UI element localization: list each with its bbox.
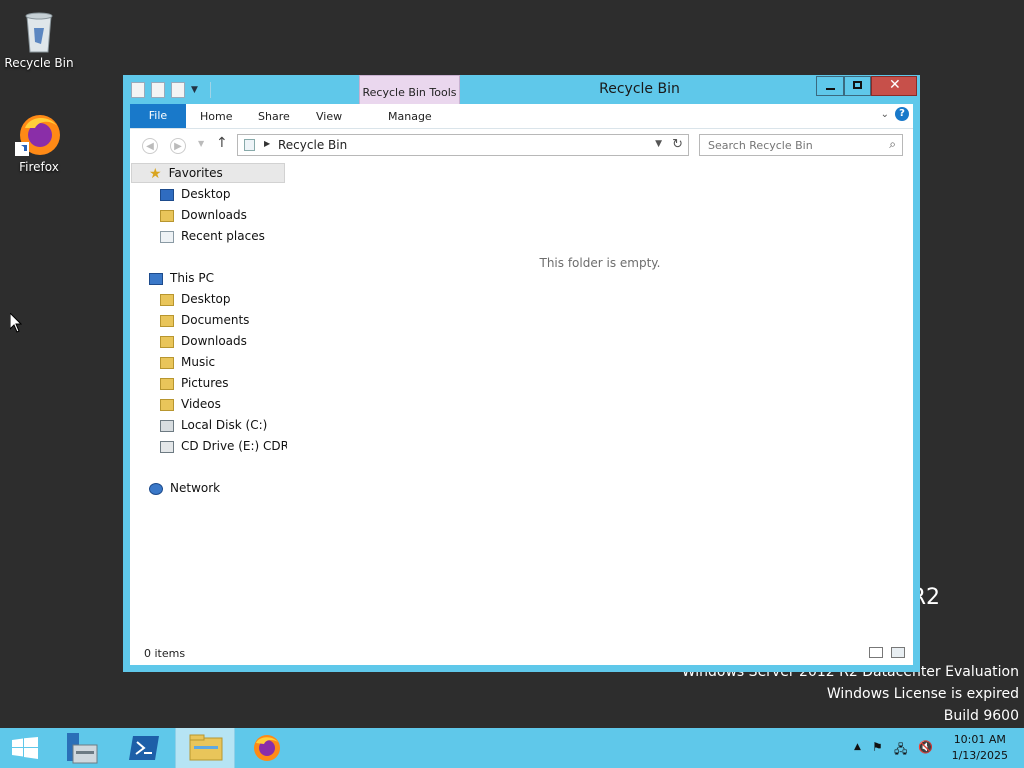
nav-pc-downloads[interactable]: Downloads (160, 331, 247, 352)
nav-local-disk[interactable]: Local Disk (C:) (160, 415, 267, 436)
desktop-icon-label: Recycle Bin (4, 56, 74, 70)
taskbar-firefox[interactable] (237, 728, 297, 768)
status-item-count: 0 items (144, 647, 186, 660)
nav-favorites[interactable]: ★ Favorites (149, 163, 223, 184)
file-explorer-icon (189, 734, 223, 761)
powershell-icon (129, 736, 159, 760)
recent-places-icon (160, 230, 174, 243)
tab-manage[interactable]: Manage (388, 110, 432, 123)
desktop-icon-label: Firefox (19, 160, 59, 174)
downloads-folder-icon (160, 335, 174, 348)
firefox-icon (15, 110, 63, 158)
ribbon-controls: ⌄ ? (881, 107, 909, 121)
search-icon[interactable]: ⌕ (889, 137, 896, 152)
forward-button[interactable]: ▶ (170, 138, 186, 154)
watermark-line-2: Windows License is expired (826, 686, 1019, 702)
tab-share[interactable]: Share (258, 110, 290, 123)
nav-pc-videos[interactable]: Videos (160, 394, 221, 415)
navigation-pane: ★ Favorites Desktop Downloads Recent plac… (130, 161, 287, 631)
watermark-line-3: Build 9600 (943, 708, 1019, 724)
desktop-folder-icon (160, 293, 174, 306)
recent-locations-button[interactable]: ▼ (198, 139, 204, 148)
show-hidden-icons-icon[interactable]: ▲ (854, 742, 861, 752)
help-icon[interactable]: ? (895, 107, 909, 121)
navigation-bar: ◀ ▶ ▼ ↑ ▶ Recycle Bin ▼ ↻ ⌕ (130, 128, 913, 162)
network-tray-icon[interactable]: 🖧 (894, 740, 907, 761)
maximize-icon (853, 81, 862, 89)
desktop-icon-firefox[interactable]: Firefox (1, 110, 77, 174)
volume-muted-icon[interactable]: 🔇 (918, 740, 933, 754)
clock-time: 10:01 AM (953, 733, 1006, 746)
taskbar-file-explorer[interactable] (175, 728, 235, 768)
breadcrumb-chevron-icon[interactable]: ▶ (264, 139, 270, 148)
videos-folder-icon (160, 398, 174, 411)
mouse-cursor-icon (10, 313, 22, 333)
nav-network[interactable]: Network (149, 478, 220, 499)
recycle-bin-small-icon (244, 139, 255, 151)
music-folder-icon (160, 356, 174, 369)
tab-view[interactable]: View (316, 110, 342, 123)
windows-logo-icon (12, 737, 38, 759)
nav-pc-music[interactable]: Music (160, 352, 215, 373)
expand-ribbon-icon[interactable]: ⌄ (881, 109, 889, 120)
tab-file[interactable]: File (130, 104, 186, 128)
search-input[interactable] (700, 135, 886, 155)
desktop-icon (160, 188, 174, 201)
clock[interactable]: 10:01 AM 1/13/2025 (952, 732, 1008, 764)
close-button[interactable]: ✕ (871, 76, 917, 96)
window-title: Recycle Bin (599, 81, 680, 97)
address-bar[interactable]: ▶ Recycle Bin ▼ ↻ (237, 134, 689, 156)
documents-folder-icon (160, 314, 174, 327)
local-disk-icon (160, 419, 174, 432)
ribbon-tabs: File Home Share View Manage ⌄ ? (130, 104, 913, 128)
system-tray: ▲ ⚑ 🖧 🔇 10:01 AM 1/13/2025 (844, 728, 1024, 768)
large-icons-view-icon[interactable] (891, 647, 905, 658)
chevron-down-icon[interactable]: ▼ (655, 139, 662, 149)
star-icon: ★ (149, 165, 162, 182)
recycle-bin-icon (15, 6, 63, 54)
nav-pc-pictures[interactable]: Pictures (160, 373, 229, 394)
action-center-flag-icon[interactable]: ⚑ (872, 740, 883, 754)
explorer-window: ▼ Recycle Bin Tools Recycle Bin ✕ File H… (123, 75, 920, 672)
nav-cd-drive[interactable]: CD Drive (E:) CDROM (160, 436, 287, 457)
computer-icon (149, 272, 163, 285)
minimize-icon (826, 88, 835, 90)
nav-pc-desktop[interactable]: Desktop (160, 289, 231, 310)
refresh-icon[interactable]: ↻ (672, 137, 683, 152)
details-view-icon[interactable] (869, 647, 883, 658)
nav-pc-documents[interactable]: Documents (160, 310, 249, 331)
empty-folder-message: This folder is empty. (539, 256, 661, 270)
desktop-icon-recycle-bin[interactable]: Recycle Bin (1, 6, 77, 70)
nav-favorites-downloads[interactable]: Downloads (160, 205, 247, 226)
title-bar[interactable]: ▼ Recycle Bin Tools Recycle Bin ✕ (123, 75, 920, 119)
close-icon: ✕ (889, 77, 901, 93)
server-manager-icon (67, 733, 98, 764)
taskbar: ▲ ⚑ 🖧 🔇 10:01 AM 1/13/2025 (0, 728, 1024, 768)
maximize-button[interactable] (844, 76, 871, 96)
taskbar-powershell[interactable] (113, 728, 173, 768)
view-switcher (869, 647, 905, 658)
breadcrumb[interactable]: Recycle Bin (278, 138, 347, 152)
downloads-folder-icon (160, 209, 174, 222)
back-button[interactable]: ◀ (142, 138, 158, 154)
pictures-folder-icon (160, 377, 174, 390)
taskbar-server-manager[interactable] (52, 728, 112, 768)
nav-recent-places[interactable]: Recent places (160, 226, 265, 247)
tab-home[interactable]: Home (200, 110, 232, 123)
start-button[interactable] (0, 728, 50, 768)
clock-date: 1/13/2025 (951, 749, 1008, 762)
cd-drive-icon (160, 440, 174, 453)
content-area: ★ Favorites Desktop Downloads Recent plac… (130, 161, 913, 665)
network-icon (149, 482, 163, 495)
nav-favorites-desktop[interactable]: Desktop (160, 184, 231, 205)
firefox-icon (254, 735, 280, 761)
up-button[interactable]: ↑ (216, 135, 228, 151)
nav-this-pc[interactable]: This PC (149, 268, 214, 289)
minimize-button[interactable] (816, 76, 844, 96)
search-box[interactable]: ⌕ (699, 134, 903, 156)
